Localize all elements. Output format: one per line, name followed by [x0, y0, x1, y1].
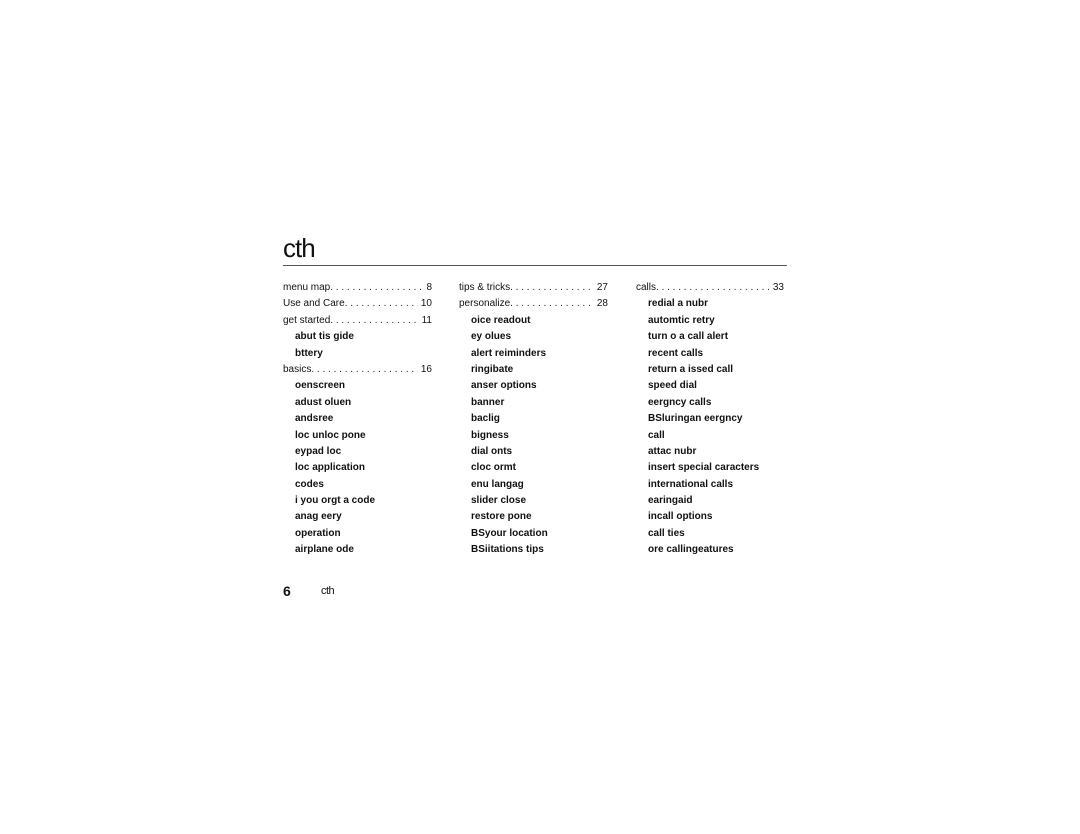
toc-subentry[interactable]: bttery — [283, 346, 432, 362]
toc-subentry[interactable]: enu langag — [459, 477, 608, 493]
toc-subentry[interactable]: restore pone — [459, 509, 608, 525]
toc-subentry[interactable]: cloc ormt — [459, 460, 608, 476]
toc-subentry[interactable]: baclig — [459, 411, 608, 427]
toc-subentry[interactable]: BSyour location — [459, 526, 608, 542]
toc-subentry[interactable]: speed dial — [636, 378, 784, 394]
dot-leader — [510, 296, 594, 312]
toc-entry[interactable]: calls 33 — [636, 280, 784, 296]
toc-subentry[interactable]: ringibate — [459, 362, 608, 378]
toc-subentry[interactable]: codes — [283, 477, 432, 493]
toc-subentry[interactable]: turn o a call alert — [636, 329, 784, 345]
dot-leader — [330, 280, 423, 296]
toc-entry[interactable]: menu map 8 — [283, 280, 432, 296]
toc-subentry[interactable]: operation — [283, 526, 432, 542]
toc-entry-label: Use and Care — [283, 298, 345, 310]
dot-leader — [311, 362, 418, 378]
toc-subentry[interactable]: automtic retry — [636, 313, 784, 329]
page-title: cth — [283, 233, 316, 263]
toc-column-2: tips & tricks 27 personalize 28 oice readout… — [459, 280, 608, 559]
toc-subentry[interactable]: dial onts — [459, 444, 608, 460]
toc-column-1: menu map 8 Use and Care 10 get started 11 abut… — [283, 280, 432, 559]
toc-subentry[interactable]: BSiitations tips — [459, 542, 608, 558]
toc-subentry[interactable]: attac nubr — [636, 444, 784, 460]
toc-subentry[interactable]: i you orgt a code — [283, 493, 432, 509]
toc-entry-page: 8 — [426, 282, 432, 293]
toc-subentry[interactable]: call — [636, 428, 784, 444]
toc-entry-label: personalize — [459, 298, 511, 310]
toc-subentry[interactable]: eypad loc — [283, 444, 432, 460]
toc-entry[interactable]: tips & tricks 27 — [459, 280, 608, 296]
toc-entry-label: basics — [283, 363, 312, 375]
toc-subentry[interactable]: international calls — [636, 477, 784, 493]
toc-subentry[interactable]: redial a nubr — [636, 296, 784, 312]
toc-column-3: calls 33 redial a nubrautomtic retryturn o… — [636, 280, 784, 559]
page-number: 6 — [283, 583, 291, 599]
toc-subentry[interactable]: BSluringan eergncy — [636, 411, 784, 427]
toc-entry-label: tips & tricks — [459, 282, 511, 293]
toc-subentry[interactable]: return a issed call — [636, 362, 784, 378]
toc-subentry[interactable]: ore callingeatures — [636, 542, 784, 558]
toc-subentry[interactable]: slider close — [459, 493, 608, 509]
toc-subentry[interactable]: oenscreen — [283, 378, 432, 394]
toc-entry-page: 27 — [596, 282, 608, 293]
running-title: cth — [321, 585, 335, 597]
toc-subentry[interactable]: airplane ode — [283, 542, 432, 558]
toc-subentry[interactable]: recent calls — [636, 346, 784, 362]
toc-subentry[interactable]: insert special caracters — [636, 460, 784, 476]
toc-entry-page: 11 — [421, 314, 432, 326]
toc-subentry[interactable]: anag eery — [283, 509, 432, 525]
toc-entry-label: get started — [283, 314, 331, 326]
dot-leader — [656, 280, 770, 296]
toc-entry[interactable]: get started 11 — [283, 313, 432, 329]
toc-subentry[interactable]: abut tis gide — [283, 329, 432, 345]
toc-subentry[interactable]: loc application — [283, 460, 432, 476]
toc-entry[interactable]: basics 16 — [283, 362, 432, 378]
toc-subentry[interactable]: anser options — [459, 378, 608, 394]
toc-entry[interactable]: Use and Care 10 — [283, 296, 432, 312]
toc-entry-page: 16 — [420, 363, 432, 375]
toc-subentry[interactable]: bigness — [459, 428, 608, 444]
toc-subentry[interactable]: ey olues — [459, 329, 608, 345]
toc-subentry[interactable]: call ties — [636, 526, 784, 542]
toc-subentry[interactable]: loc unloc pone — [283, 428, 432, 444]
toc-subentry[interactable]: incall options — [636, 509, 784, 525]
toc-subentry[interactable]: alert reiminders — [459, 346, 608, 362]
toc-entry-page: 10 — [420, 298, 432, 310]
toc-subentry[interactable]: banner — [459, 395, 608, 411]
toc-subentry[interactable]: adust oluen — [283, 395, 432, 411]
toc-subentry[interactable]: eergncy calls — [636, 395, 784, 411]
toc-entry[interactable]: personalize 28 — [459, 296, 608, 312]
title-rule — [283, 265, 787, 266]
toc-entry-label: calls — [636, 282, 657, 293]
toc-subentry[interactable]: andsree — [283, 411, 432, 427]
toc-subentry[interactable]: earingaid — [636, 493, 784, 509]
toc-entry-page: 28 — [596, 298, 608, 310]
toc-subentry[interactable]: oice readout — [459, 313, 608, 329]
dot-leader — [345, 296, 418, 312]
toc-entry-page: 33 — [772, 282, 784, 293]
dot-leader — [510, 280, 594, 296]
toc-entry-label: menu map — [283, 282, 331, 293]
dot-leader — [330, 313, 418, 329]
